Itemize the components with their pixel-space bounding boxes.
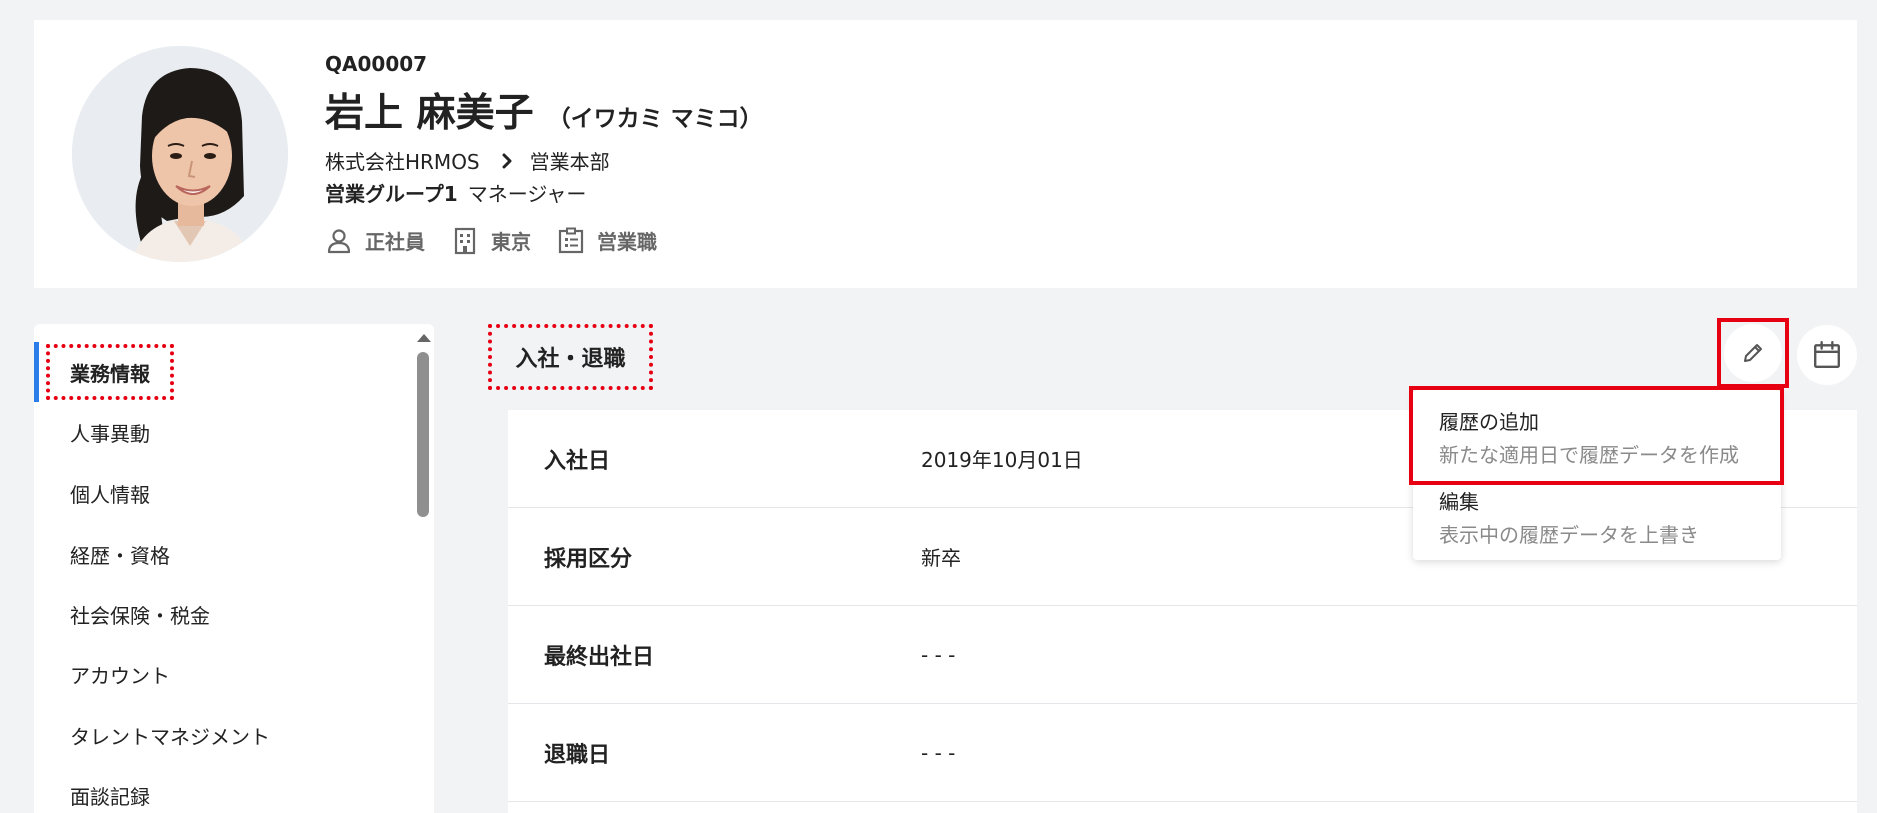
- avatar: [72, 46, 288, 262]
- edit-button-circle[interactable]: [1724, 324, 1782, 382]
- group-role-line: 営業グループ1 マネージャー: [325, 178, 586, 207]
- sidebar-nav: 業務情報 人事異動 個人情報 経歴・資格 社会保険・税金 アカウント タレントマ…: [34, 324, 434, 813]
- row-label: 採用区分: [544, 546, 633, 572]
- employee-name-kana: （イワカミ マミコ）: [547, 106, 763, 132]
- sidebar-item-account[interactable]: アカウント: [34, 646, 414, 702]
- pencil-icon: [1744, 344, 1762, 362]
- employee-name-text: 岩上 麻美子: [325, 91, 534, 136]
- menu-item-edit[interactable]: 編集 表示中の履歴データを上書き: [1413, 486, 1781, 548]
- table-row: 退職日 - - -: [508, 704, 1857, 802]
- row-value: - - -: [921, 740, 956, 765]
- row-value: 新卒: [921, 546, 961, 570]
- row-label: 退職日: [544, 742, 611, 768]
- menu-item-add-history[interactable]: 履歴の追加 新たな適用日で履歴データを作成: [1413, 406, 1781, 468]
- role-name: マネージャー: [467, 182, 587, 206]
- row-label: 最終出社日: [544, 644, 655, 670]
- attribute-label: 東京: [491, 230, 531, 254]
- employee-name: 岩上 麻美子 （イワカミ マミコ）: [325, 82, 763, 138]
- attribute-label: 正社員: [365, 230, 425, 254]
- chevron-right-icon: [496, 150, 518, 172]
- menu-item-title: 履歴の追加: [1439, 410, 1539, 434]
- org-breadcrumb: 株式会社HRMOS 営業本部: [325, 146, 610, 175]
- section-title: 入社・退職: [488, 324, 653, 390]
- sidebar-scrollbar[interactable]: [412, 324, 434, 813]
- job-card-icon: [558, 227, 584, 253]
- annotation-highlight: [46, 344, 174, 400]
- scroll-up-arrow-icon[interactable]: [417, 334, 431, 342]
- attribute-label: 営業職: [597, 230, 657, 254]
- row-value: 2019年10月01日: [921, 448, 1083, 472]
- attribute-location: 東京: [451, 226, 531, 255]
- sidebar-item-talent-management[interactable]: タレントマネジメント: [34, 707, 414, 763]
- sidebar-item-personal-info[interactable]: 個人情報: [34, 465, 414, 521]
- table-row: 最終出社日 - - -: [508, 606, 1857, 704]
- menu-item-description: 新たな適用日で履歴データを作成: [1439, 443, 1739, 467]
- avatar-photo: [72, 46, 288, 262]
- attribute-employment-type: 正社員: [325, 226, 425, 255]
- department-name: 営業本部: [529, 150, 610, 174]
- sidebar-item-personnel-transfer[interactable]: 人事異動: [34, 404, 414, 460]
- menu-item-title: 編集: [1439, 490, 1479, 514]
- attribute-job-type: 営業職: [557, 226, 657, 255]
- person-icon: [327, 228, 351, 253]
- scrollbar-thumb[interactable]: [417, 352, 429, 517]
- calendar-button[interactable]: [1797, 325, 1857, 385]
- sidebar-item-career-qualifications[interactable]: 経歴・資格: [34, 526, 414, 582]
- building-icon: [454, 227, 476, 254]
- company-name: 株式会社HRMOS: [325, 150, 480, 174]
- row-label: 入社日: [544, 448, 611, 474]
- attribute-list: 正社員 東京 営業職: [325, 226, 683, 255]
- sidebar-item-insurance-tax[interactable]: 社会保険・税金: [34, 586, 414, 642]
- calendar-icon: [1814, 340, 1840, 368]
- sidebar-item-interview-records[interactable]: 面談記録: [34, 767, 414, 813]
- profile-card: QA00007 岩上 麻美子 （イワカミ マミコ） 株式会社HRMOS 営業本部 …: [34, 20, 1857, 288]
- menu-item-description: 表示中の履歴データを上書き: [1439, 523, 1699, 547]
- edit-button[interactable]: [1717, 318, 1789, 388]
- employee-id: QA00007: [325, 52, 428, 76]
- group-name: 営業グループ1: [325, 182, 458, 206]
- row-value: - - -: [921, 642, 956, 667]
- edit-dropdown-menu: 履歴の追加 新たな適用日で履歴データを作成 編集 表示中の履歴データを上書き: [1413, 390, 1781, 560]
